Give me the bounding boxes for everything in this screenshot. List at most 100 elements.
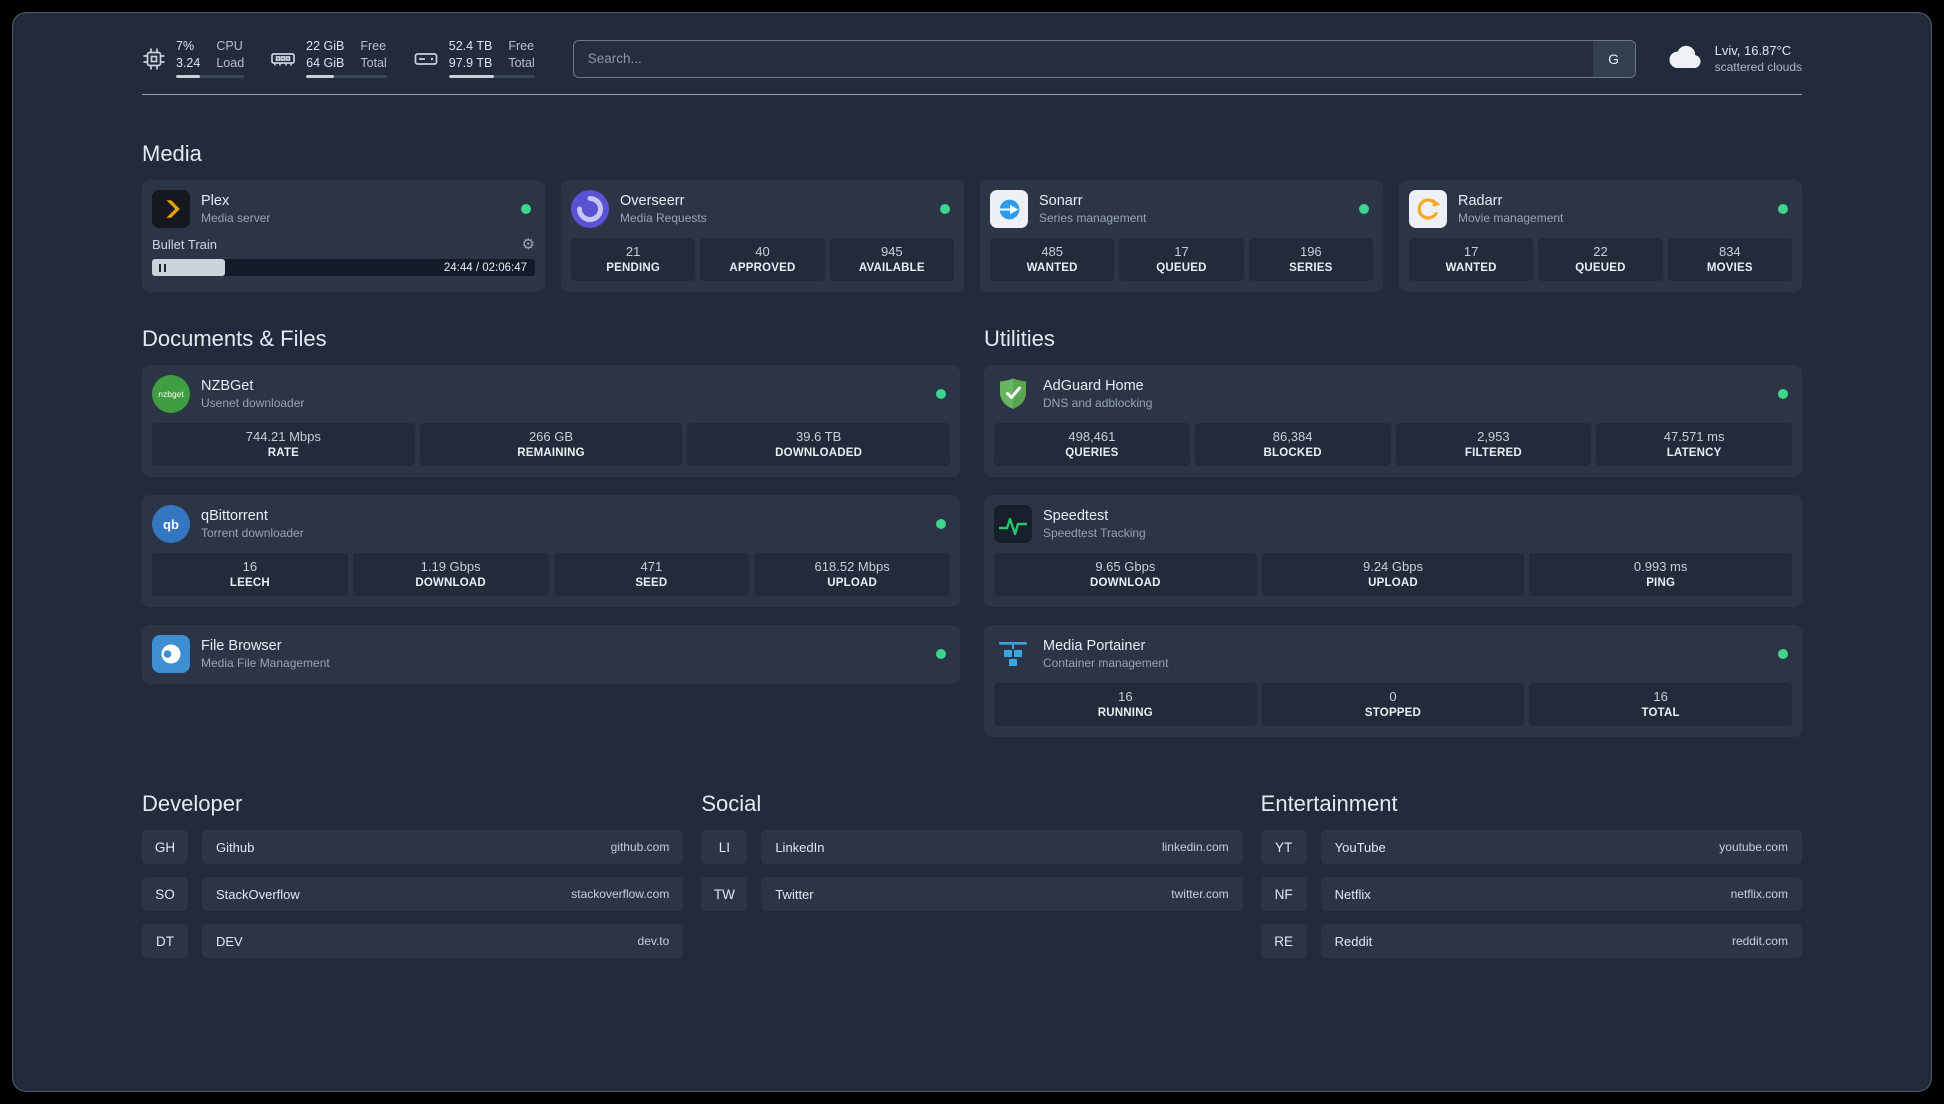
stat-tile: 0 STOPPED	[1261, 683, 1525, 727]
service-card-speedtest[interactable]: Speedtest Speedtest Tracking 9.65 Gbps D…	[984, 495, 1802, 608]
search-input[interactable]	[573, 40, 1593, 77]
stat-label: RUNNING	[1097, 707, 1153, 720]
dashboard-window: 7% CPU 3.24 Load 22 GiB Free 64 GiB Tota…	[12, 12, 1932, 1092]
stat-value: 17	[1463, 244, 1479, 260]
bookmark-domain: twitter.com	[1171, 887, 1229, 902]
search-go-button[interactable]: G	[1592, 40, 1635, 77]
stat-label: SEED	[635, 577, 668, 590]
nzbget-icon: nzbget	[152, 375, 190, 414]
stat-value: 39.6 TB	[796, 429, 842, 445]
bookmark-name: YouTube	[1334, 839, 1386, 855]
bookmark-name: Twitter	[775, 886, 814, 902]
service-card-nzbget[interactable]: nzbget NZBGet Usenet downloader 744.21 M…	[142, 365, 960, 478]
stat-value: 1.19 Gbps	[420, 559, 481, 575]
bookmark-abbr[interactable]: GH	[142, 830, 188, 865]
service-subtitle: Media Requests	[620, 211, 707, 226]
playback-time: 24:44 / 02:06:47	[443, 261, 527, 274]
service-card-adguard[interactable]: AdGuard Home DNS and adblocking 498,461 …	[984, 365, 1802, 478]
stat-value: 2,953	[1477, 429, 1510, 445]
section-heading-developer: Developer	[142, 791, 243, 817]
bookmark-link-linkedin[interactable]: LinkedIn linkedin.com	[761, 830, 1243, 865]
disk-widget: 52.4 TB Free 97.9 TB Total	[413, 39, 535, 79]
stat-value: 40	[755, 244, 770, 260]
bookmark-abbr[interactable]: LI	[701, 830, 748, 865]
service-subtitle: Media server	[201, 211, 271, 226]
section-heading-documents: Documents & Files	[142, 326, 327, 352]
service-card-filebrowser[interactable]: File Browser Media File Management	[142, 625, 960, 685]
bookmark-row-github: GH Github github.com	[142, 830, 684, 865]
bookmark-abbr[interactable]: NF	[1260, 877, 1307, 912]
cpu-widget: 7% CPU 3.24 Load	[142, 39, 245, 79]
bookmark-abbr[interactable]: TW	[701, 877, 748, 912]
bookmark-link-twitter[interactable]: Twitter twitter.com	[761, 877, 1243, 912]
section-heading-entertainment: Entertainment	[1260, 791, 1398, 817]
bookmark-link-netflix[interactable]: Netflix netflix.com	[1320, 877, 1802, 912]
cpu-label: CPU	[216, 39, 243, 53]
service-card-plex[interactable]: Plex Media server Bullet Train ⚙ 24:44 /…	[142, 180, 545, 293]
stat-tile: 2,953 FILTERED	[1395, 423, 1592, 467]
bookmark-abbr[interactable]: SO	[142, 877, 188, 912]
bookmark-link-github[interactable]: Github github.com	[202, 830, 684, 865]
stat-label: APPROVED	[729, 262, 796, 275]
service-title: qBittorrent	[201, 508, 268, 525]
stat-label: RATE	[267, 447, 299, 460]
bookmark-link-reddit[interactable]: Reddit reddit.com	[1320, 924, 1802, 959]
status-dot	[1778, 204, 1788, 215]
stat-label: DOWNLOAD	[1090, 577, 1161, 590]
stat-label: QUEUED	[1156, 262, 1207, 275]
service-subtitle: Container management	[1043, 656, 1169, 671]
service-title: NZBGet	[201, 378, 254, 395]
weather-location-temp: Lviv, 16.87°C	[1714, 43, 1792, 59]
service-title: Sonarr	[1039, 193, 1083, 210]
stat-tile: 16 RUNNING	[994, 683, 1257, 727]
search-bar: G	[572, 39, 1636, 78]
memory-usage-bar	[306, 75, 387, 79]
bookmark-abbr[interactable]: RE	[1260, 924, 1307, 959]
bookmark-link-youtube[interactable]: YouTube youtube.com	[1320, 830, 1802, 865]
stat-label: WANTED	[1026, 262, 1078, 275]
stat-value: 9.24 Gbps	[1362, 559, 1423, 575]
stat-tile: 21 PENDING	[571, 238, 696, 282]
bookmark-link-stackoverflow[interactable]: StackOverflow stackoverflow.com	[202, 877, 684, 912]
service-card-qbittorrent[interactable]: qb qBittorrent Torrent downloader 16 LEE…	[142, 495, 960, 608]
pause-button[interactable]	[152, 259, 225, 277]
stat-tile: 40 APPROVED	[700, 238, 825, 282]
stat-tile: 0.993 ms PING	[1529, 553, 1792, 597]
stat-value: 945	[880, 244, 903, 260]
status-dot	[936, 519, 946, 530]
stat-tile: 47.571 ms LATENCY	[1596, 423, 1792, 467]
bookmark-abbr[interactable]: YT	[1260, 830, 1307, 865]
status-dot	[521, 204, 531, 215]
sonarr-icon	[990, 190, 1028, 229]
service-card-overseerr[interactable]: Overseerr Media Requests 21 PENDING 40 A…	[561, 180, 964, 293]
playback-progress-bar[interactable]: 24:44 / 02:06:47	[152, 259, 535, 277]
stat-value: 266 GB	[528, 429, 574, 445]
memory-free-label: Free	[360, 39, 387, 53]
service-card-sonarr[interactable]: Sonarr Series management 485 WANTED 17 Q…	[980, 180, 1383, 293]
service-card-portainer[interactable]: Media Portainer Container management 16 …	[984, 625, 1802, 738]
memory-total-label: Total	[360, 55, 387, 70]
stat-label: PENDING	[606, 262, 661, 275]
bookmark-domain: linkedin.com	[1161, 840, 1229, 855]
stat-label: DOWNLOADED	[775, 447, 863, 460]
radarr-icon	[1409, 190, 1447, 229]
gear-icon[interactable]: ⚙	[522, 237, 535, 252]
section-media: Media Plex Media server Bullet Train ⚙ 2…	[142, 141, 1802, 293]
memory-icon	[270, 46, 296, 72]
service-subtitle: DNS and adblocking	[1043, 396, 1153, 411]
service-card-radarr[interactable]: Radarr Movie management 17 WANTED 22 QUE…	[1399, 180, 1802, 293]
stat-label: BLOCKED	[1263, 447, 1322, 460]
service-title: Radarr	[1458, 193, 1503, 210]
service-title: File Browser	[201, 638, 282, 655]
bookmark-domain: dev.to	[637, 934, 670, 949]
stat-value: 834	[1718, 244, 1741, 260]
bookmark-abbr[interactable]: DT	[142, 924, 188, 959]
stat-tile: 17 QUEUED	[1119, 238, 1244, 282]
bookmark-group-social: Social LI LinkedIn linkedin.com TW Twitt…	[701, 791, 1243, 971]
bookmark-link-dev[interactable]: DEV dev.to	[202, 924, 684, 959]
stat-tile: 9.65 Gbps DOWNLOAD	[994, 553, 1257, 597]
service-title: AdGuard Home	[1043, 378, 1144, 395]
service-subtitle: Series management	[1039, 211, 1147, 226]
bookmark-name: Reddit	[1334, 933, 1373, 949]
cpu-chip-icon	[142, 47, 166, 71]
